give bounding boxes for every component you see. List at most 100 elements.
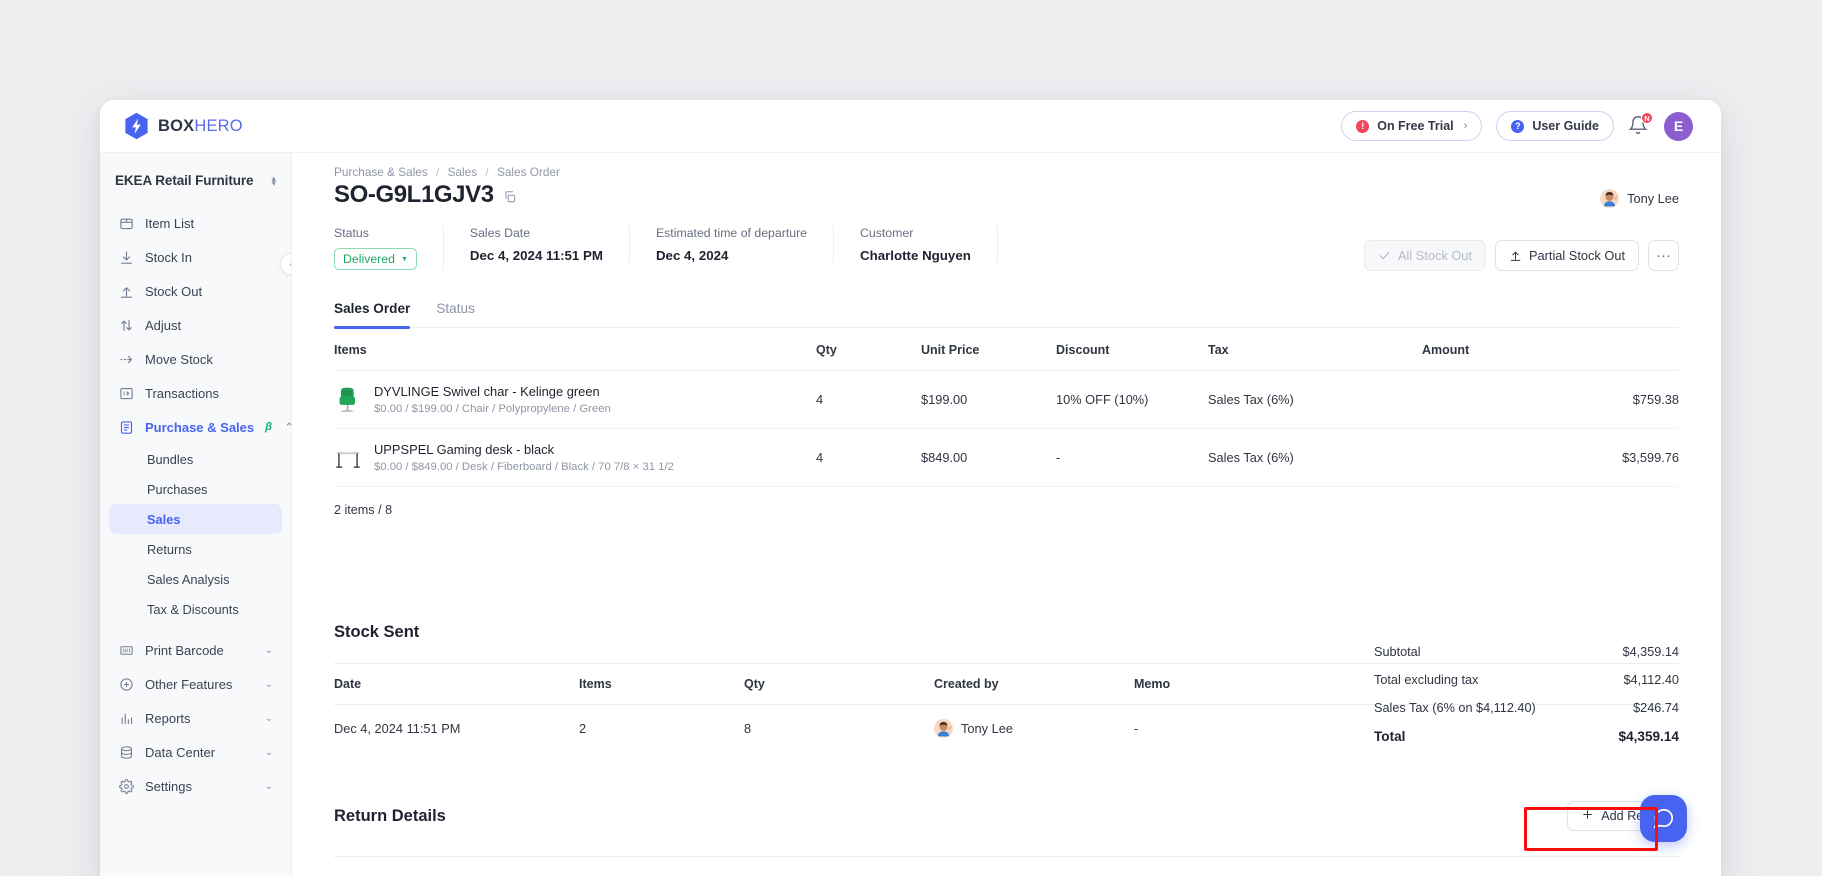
- bar-chart-icon: [118, 710, 134, 726]
- more-options-button[interactable]: ···: [1648, 240, 1679, 271]
- partial-stock-out-label: Partial Stock Out: [1528, 248, 1625, 263]
- sidebar-subitem-tax-discounts[interactable]: Tax & Discounts: [109, 594, 282, 624]
- sidebar-item-label: Data Center: [145, 744, 216, 760]
- chevron-down-icon: ⌄: [264, 780, 273, 792]
- cell-date: Dec 4, 2024 11:51 PM: [334, 721, 461, 736]
- status-badge[interactable]: Delivered ▼: [334, 248, 417, 270]
- sidebar-subitem-label: Returns: [147, 541, 192, 557]
- workspace-switcher[interactable]: EKEA Retail Furniture ▴ ▾: [113, 169, 278, 192]
- on-free-trial-button[interactable]: ! On Free Trial ›: [1341, 111, 1483, 141]
- nav-divider-space: [109, 624, 282, 633]
- breadcrumb-item-purchase-sales[interactable]: Purchase & Sales: [334, 165, 428, 179]
- chevron-down-icon: ⌄: [264, 644, 273, 656]
- barcode-icon: [118, 642, 134, 658]
- brand-logo[interactable]: BOXHERO: [124, 112, 243, 140]
- plus-icon: [1581, 808, 1594, 824]
- col-items: Items: [579, 663, 744, 705]
- chat-bubble-icon: [1653, 809, 1673, 829]
- transactions-icon: [118, 385, 134, 401]
- sidebar-subitem-sales[interactable]: Sales: [109, 504, 282, 534]
- breadcrumb-separator: /: [485, 165, 489, 179]
- breadcrumb-item-sales[interactable]: Sales: [448, 165, 478, 179]
- cell-amount: $759.38: [1422, 370, 1679, 429]
- user-guide-label: User Guide: [1532, 119, 1599, 133]
- sidebar-item-purchase-sales[interactable]: Purchase & Sales β ⌃: [109, 410, 291, 444]
- table-row[interactable]: UPPSPEL Gaming desk - black $0.00 / $849…: [334, 428, 1679, 487]
- sidebar-item-label: Item List: [145, 215, 195, 231]
- total-label: Total: [1374, 729, 1406, 744]
- cell-qty: 8: [744, 721, 752, 736]
- sidebar-item-stock-out[interactable]: Stock Out: [109, 274, 282, 308]
- cell-tax: Sales Tax (6%): [1208, 428, 1422, 487]
- brand-box: BOX: [158, 116, 195, 135]
- sidebar-item-adjust[interactable]: Adjust: [109, 308, 282, 342]
- black-gaming-desk-icon: [336, 451, 360, 468]
- sidebar-item-other-features[interactable]: Other Features ⌄: [109, 667, 282, 701]
- sidebar-subitem-bundles[interactable]: Bundles: [109, 444, 282, 474]
- document-icon: [118, 419, 134, 435]
- partial-stock-out-button[interactable]: Partial Stock Out: [1494, 240, 1639, 271]
- box-icon: [118, 215, 134, 231]
- tab-status[interactable]: Status: [436, 301, 475, 327]
- chevron-down-icon: ⌄: [264, 746, 273, 758]
- cell-item: UPPSPEL Gaming desk - black $0.00 / $849…: [334, 428, 816, 487]
- notifications-button[interactable]: N: [1628, 112, 1653, 137]
- screenshot-root: BOXHERO ! On Free Trial › ? User Guide N…: [0, 0, 1822, 876]
- sidebar-item-move-stock[interactable]: Move Stock: [109, 342, 282, 376]
- col-discount: Discount: [1056, 328, 1208, 371]
- sidebar-subitem-purchases[interactable]: Purchases: [109, 474, 282, 504]
- cell-discount: -: [1056, 428, 1208, 487]
- sidebar-item-data-center[interactable]: Data Center ⌄: [109, 735, 282, 769]
- copy-icon[interactable]: [503, 190, 517, 209]
- sidebar-item-print-barcode[interactable]: Print Barcode ⌄: [109, 633, 282, 667]
- sidebar: ‹ EKEA Retail Furniture ▴▾ Item List: [100, 153, 292, 876]
- body: ‹ EKEA Retail Furniture ▴▾ Item List: [100, 153, 1721, 876]
- all-stock-out-label: All Stock Out: [1398, 248, 1472, 263]
- stock-sent-title: Stock Sent: [334, 623, 420, 641]
- sidebar-item-transactions[interactable]: Transactions: [109, 376, 282, 410]
- sidebar-nav: Item List Stock In Stock Out Adjust Move…: [100, 206, 291, 803]
- breadcrumb-item-sales-order[interactable]: Sales Order: [497, 165, 560, 179]
- meta-label: Customer: [860, 226, 914, 240]
- user-avatar[interactable]: E: [1664, 111, 1693, 141]
- app-window: BOXHERO ! On Free Trial › ? User Guide N…: [100, 100, 1721, 876]
- table-row[interactable]: DYVLINGE Swivel char - Kelinge green $0.…: [334, 370, 1679, 429]
- main-content: Purchase & Sales / Sales / Sales Order S…: [292, 153, 1721, 876]
- sidebar-item-label: Reports: [145, 710, 191, 726]
- sidebar-item-item-list[interactable]: Item List: [109, 206, 282, 240]
- title-row: SO-G9L1GJV3 Tony Lee: [334, 181, 1679, 209]
- sidebar-subitem-returns[interactable]: Returns: [109, 534, 282, 564]
- sidebar-item-label: Stock In: [145, 249, 192, 265]
- tab-sales-order[interactable]: Sales Order: [334, 301, 411, 329]
- up-down-chevron-icon: ▴ ▾: [271, 172, 276, 188]
- up-down-arrows-icon: [118, 317, 134, 333]
- total-value: $4,359.14: [1618, 729, 1679, 744]
- breadcrumb-separator: /: [436, 165, 440, 179]
- sidebar-subitem-sales-analysis[interactable]: Sales Analysis: [109, 564, 282, 594]
- check-icon: [1379, 251, 1390, 260]
- sidebar-subitem-label: Sales Analysis: [147, 571, 230, 587]
- table-header-row: Items Qty Unit Price Discount Tax Amount: [334, 328, 1679, 371]
- alert-badge-icon: !: [1356, 119, 1370, 133]
- return-details-section: Return Details Add Return: [334, 801, 1679, 876]
- item-name: UPPSPEL Gaming desk - black: [374, 442, 555, 457]
- sidebar-item-label: Adjust: [145, 317, 182, 333]
- chat-support-button[interactable]: [1640, 795, 1687, 842]
- sidebar-item-stock-in[interactable]: Stock In: [109, 240, 282, 274]
- col-qty: Qty: [744, 663, 934, 705]
- all-stock-out-button[interactable]: All Stock Out: [1364, 240, 1486, 271]
- arrow-right-dashed-icon: [118, 351, 134, 367]
- totals-block: Subtotal $4,359.14 Total excluding tax $…: [1374, 645, 1679, 758]
- cell-unit-price: $199.00: [921, 370, 1056, 429]
- chevron-right-icon: ›: [1463, 120, 1468, 132]
- total-value: $4,359.14: [1622, 645, 1679, 659]
- item-info: UPPSPEL Gaming desk - black $0.00 / $849…: [374, 442, 674, 473]
- return-details-table-head-partial: [334, 856, 1679, 876]
- sidebar-item-settings[interactable]: Settings ⌄: [109, 769, 282, 803]
- notification-count-badge: N: [1641, 112, 1653, 124]
- user-guide-button[interactable]: ? User Guide: [1496, 111, 1614, 141]
- order-meta-row: Status Delivered ▼ Sales Date Dec 4, 202…: [334, 226, 1679, 271]
- sidebar-item-reports[interactable]: Reports ⌄: [109, 701, 282, 735]
- sidebar-subitem-label: Tax & Discounts: [147, 601, 239, 617]
- sidebar-subitem-label: Bundles: [147, 451, 194, 467]
